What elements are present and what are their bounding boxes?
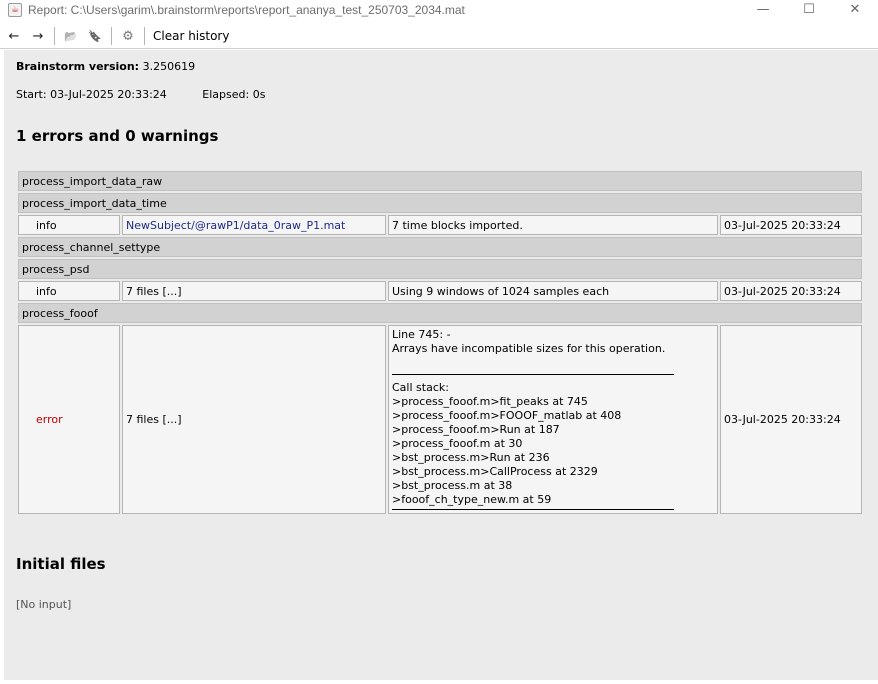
process-name: process_psd	[18, 259, 862, 279]
stack-entry: >bst_process.m>Run at 236	[392, 451, 550, 464]
file-list: 7 files [...]	[122, 325, 386, 514]
table-row: error 7 files [...] Line 745: - Arrays h…	[18, 325, 862, 514]
divider	[392, 509, 674, 510]
stack-entry: >bst_process.m>CallProcess at 2329	[392, 465, 598, 478]
message-type: info	[18, 281, 120, 301]
message-text: Using 9 windows of 1024 samples each	[388, 281, 718, 301]
process-name: process_import_data_raw	[18, 171, 862, 191]
errors-summary: 1 errors and 0 warnings	[16, 127, 219, 145]
stack-entry: >process_fooof.m at 30	[392, 437, 523, 450]
clear-history-button[interactable]: Clear history	[149, 29, 235, 43]
table-row: info NewSubject/@rawP1/data_0raw_P1.mat …	[18, 215, 862, 235]
table-row: info 7 files [...] Using 9 windows of 10…	[18, 281, 862, 301]
folder-open-icon[interactable]: 📂	[59, 26, 83, 46]
save-tag-icon[interactable]: 🔖	[83, 26, 107, 46]
table-row: process_fooof	[18, 303, 862, 323]
minimize-button[interactable]: —	[740, 0, 786, 19]
start-time: Start: 03-Jul-2025 20:33:24	[16, 88, 167, 101]
message-date: 03-Jul-2025 20:33:24	[720, 325, 862, 514]
stack-entry: >process_fooof.m>fit_peaks at 745	[392, 395, 588, 408]
error-description: Arrays have incompatible sizes for this …	[392, 342, 666, 355]
stack-entry: >fooof_ch_type_new.m at 59	[392, 493, 552, 506]
title-bar: ☕ Report: C:\Users\garim\.brainstorm\rep…	[0, 0, 878, 19]
elapsed-time: Elapsed: 0s	[202, 88, 266, 101]
divider	[392, 374, 674, 375]
process-report-table: process_import_data_raw process_import_d…	[16, 169, 864, 516]
toolbar-separator	[144, 27, 145, 45]
stack-entry: >process_fooof.m>Run at 187	[392, 423, 560, 436]
process-name: process_fooof	[18, 303, 862, 323]
version-label: Brainstorm version:	[16, 60, 140, 73]
maximize-button[interactable]: ☐	[786, 0, 832, 19]
version-line: Brainstorm version: 3.250619	[16, 60, 195, 73]
file-link[interactable]: NewSubject/@rawP1/data_0raw_P1.mat	[122, 215, 386, 235]
stack-entry: >process_fooof.m>FOOOF_matlab at 408	[392, 409, 622, 422]
message-type: info	[18, 215, 120, 235]
error-line: Line 745: -	[392, 328, 451, 341]
table-row: process_channel_settype	[18, 237, 862, 257]
toolbar: ← → 📂 🔖 ⚙ Clear history	[0, 24, 878, 49]
report-content: Brainstorm version: 3.250619 Start: 03-J…	[4, 50, 878, 680]
process-name: process_channel_settype	[18, 237, 862, 257]
call-stack-label: Call stack:	[392, 381, 449, 394]
java-app-icon: ☕	[8, 2, 22, 17]
close-button[interactable]: ✕	[832, 0, 878, 19]
initial-files-heading: Initial files	[16, 555, 106, 573]
message-type: error	[18, 325, 120, 514]
message-date: 03-Jul-2025 20:33:24	[720, 215, 862, 235]
toolbar-separator	[111, 27, 112, 45]
version-value: 3.250619	[142, 60, 196, 73]
table-row: process_import_data_raw	[18, 171, 862, 191]
stack-entry: >bst_process.m at 38	[392, 479, 513, 492]
forward-arrow-icon[interactable]: →	[26, 26, 50, 46]
file-list: 7 files [...]	[122, 281, 386, 301]
error-message: Line 745: - Arrays have incompatible siz…	[388, 325, 718, 514]
toolbar-separator	[54, 27, 55, 45]
table-row: process_psd	[18, 259, 862, 279]
window-controls: — ☐ ✕	[740, 0, 878, 19]
start-line: Start: 03-Jul-2025 20:33:24 Elapsed: 0s	[16, 88, 265, 101]
message-date: 03-Jul-2025 20:33:24	[720, 281, 862, 301]
back-arrow-icon[interactable]: ←	[2, 26, 26, 46]
gear-icon[interactable]: ⚙	[116, 26, 140, 46]
no-input-text: [No input]	[16, 598, 72, 611]
message-text: 7 time blocks imported.	[388, 215, 718, 235]
table-row: process_import_data_time	[18, 193, 862, 213]
window-title: Report: C:\Users\garim\.brainstorm\repor…	[28, 2, 465, 17]
process-name: process_import_data_time	[18, 193, 862, 213]
